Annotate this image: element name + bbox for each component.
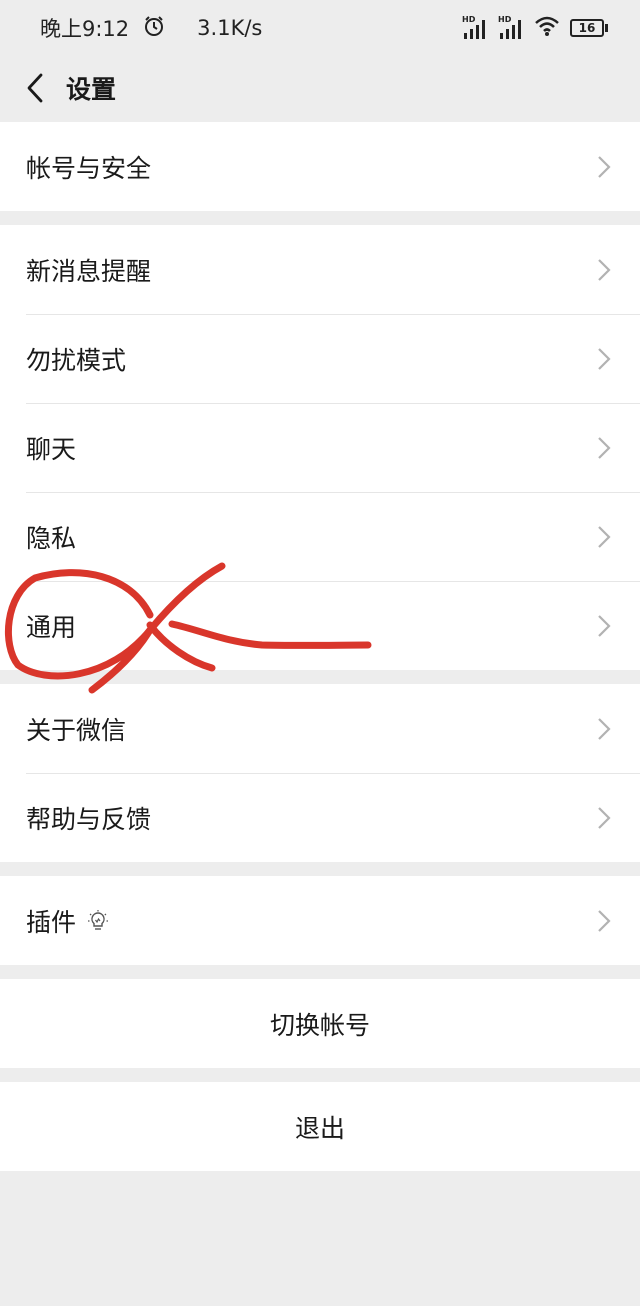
settings-item-account-security[interactable]: 帐号与安全 [0,122,640,211]
wifi-icon [534,15,560,42]
settings-item-notifications[interactable]: 新消息提醒 [0,225,640,314]
chevron-right-icon [594,716,614,742]
settings-item-plugins[interactable]: 插件 [0,876,640,965]
switch-account-button[interactable]: 切换帐号 [0,979,640,1068]
settings-item-do-not-disturb[interactable]: 勿扰模式 [0,314,640,403]
hd-label: HD [462,15,476,24]
settings-item-privacy[interactable]: 隐私 [0,492,640,581]
chevron-right-icon [594,613,614,639]
status-right: HD HD 16 [462,15,608,42]
chevron-right-icon [594,257,614,283]
hd-label-2: HD [498,15,512,24]
group-about: 关于微信 帮助与反馈 [0,684,640,862]
chevron-right-icon [594,346,614,372]
settings-item-label: 隐私 [26,523,77,553]
chevron-right-icon [594,524,614,550]
chevron-left-icon [27,73,43,103]
status-time: 晚上9:12 [40,17,130,41]
settings-item-label: 聊天 [26,434,77,464]
group-logout: 退出 [0,1082,640,1171]
settings-list: 帐号与安全 新消息提醒 勿扰模式 聊天 隐私 通用 关于微信 帮助与反馈 插件 … [0,122,640,1171]
group-plugins: 插件 [0,876,640,965]
settings-item-label: 帐号与安全 [26,153,152,183]
settings-item-label: 新消息提醒 [26,256,152,286]
alarm-icon [143,15,165,42]
status-left: 晚上9:12 3.1K/s [40,13,262,43]
settings-item-general[interactable]: 通用 [0,581,640,670]
settings-item-label: 通用 [26,612,77,642]
settings-item-label: 帮助与反馈 [26,804,152,834]
signal-icon-2: HD [498,15,524,39]
battery-tip [605,24,608,32]
battery-icon: 16 [570,19,608,37]
chevron-right-icon [594,805,614,831]
settings-item-label: 勿扰模式 [26,345,127,375]
group-general: 新消息提醒 勿扰模式 聊天 隐私 通用 [0,225,640,670]
page-title: 设置 [66,75,117,104]
logout-button[interactable]: 退出 [0,1082,640,1171]
settings-item-chat[interactable]: 聊天 [0,403,640,492]
signal-icon: HD [462,15,488,39]
net-speed: 3.1K/s [197,16,263,40]
group-account: 帐号与安全 [0,122,640,211]
chevron-right-icon [594,435,614,461]
settings-item-about[interactable]: 关于微信 [0,684,640,773]
settings-item-label: 关于微信 [26,715,127,745]
chevron-right-icon [594,908,614,934]
group-switch-account: 切换帐号 [0,979,640,1068]
lightbulb-icon [88,909,109,932]
settings-item-help-feedback[interactable]: 帮助与反馈 [0,773,640,862]
chevron-right-icon [594,154,614,180]
battery-level: 16 [570,19,604,37]
back-button[interactable] [20,70,50,106]
status-bar: 晚上9:12 3.1K/s HD HD 16 [0,0,640,56]
nav-bar: 设置 [0,56,640,120]
settings-item-label: 插件 [26,907,77,937]
